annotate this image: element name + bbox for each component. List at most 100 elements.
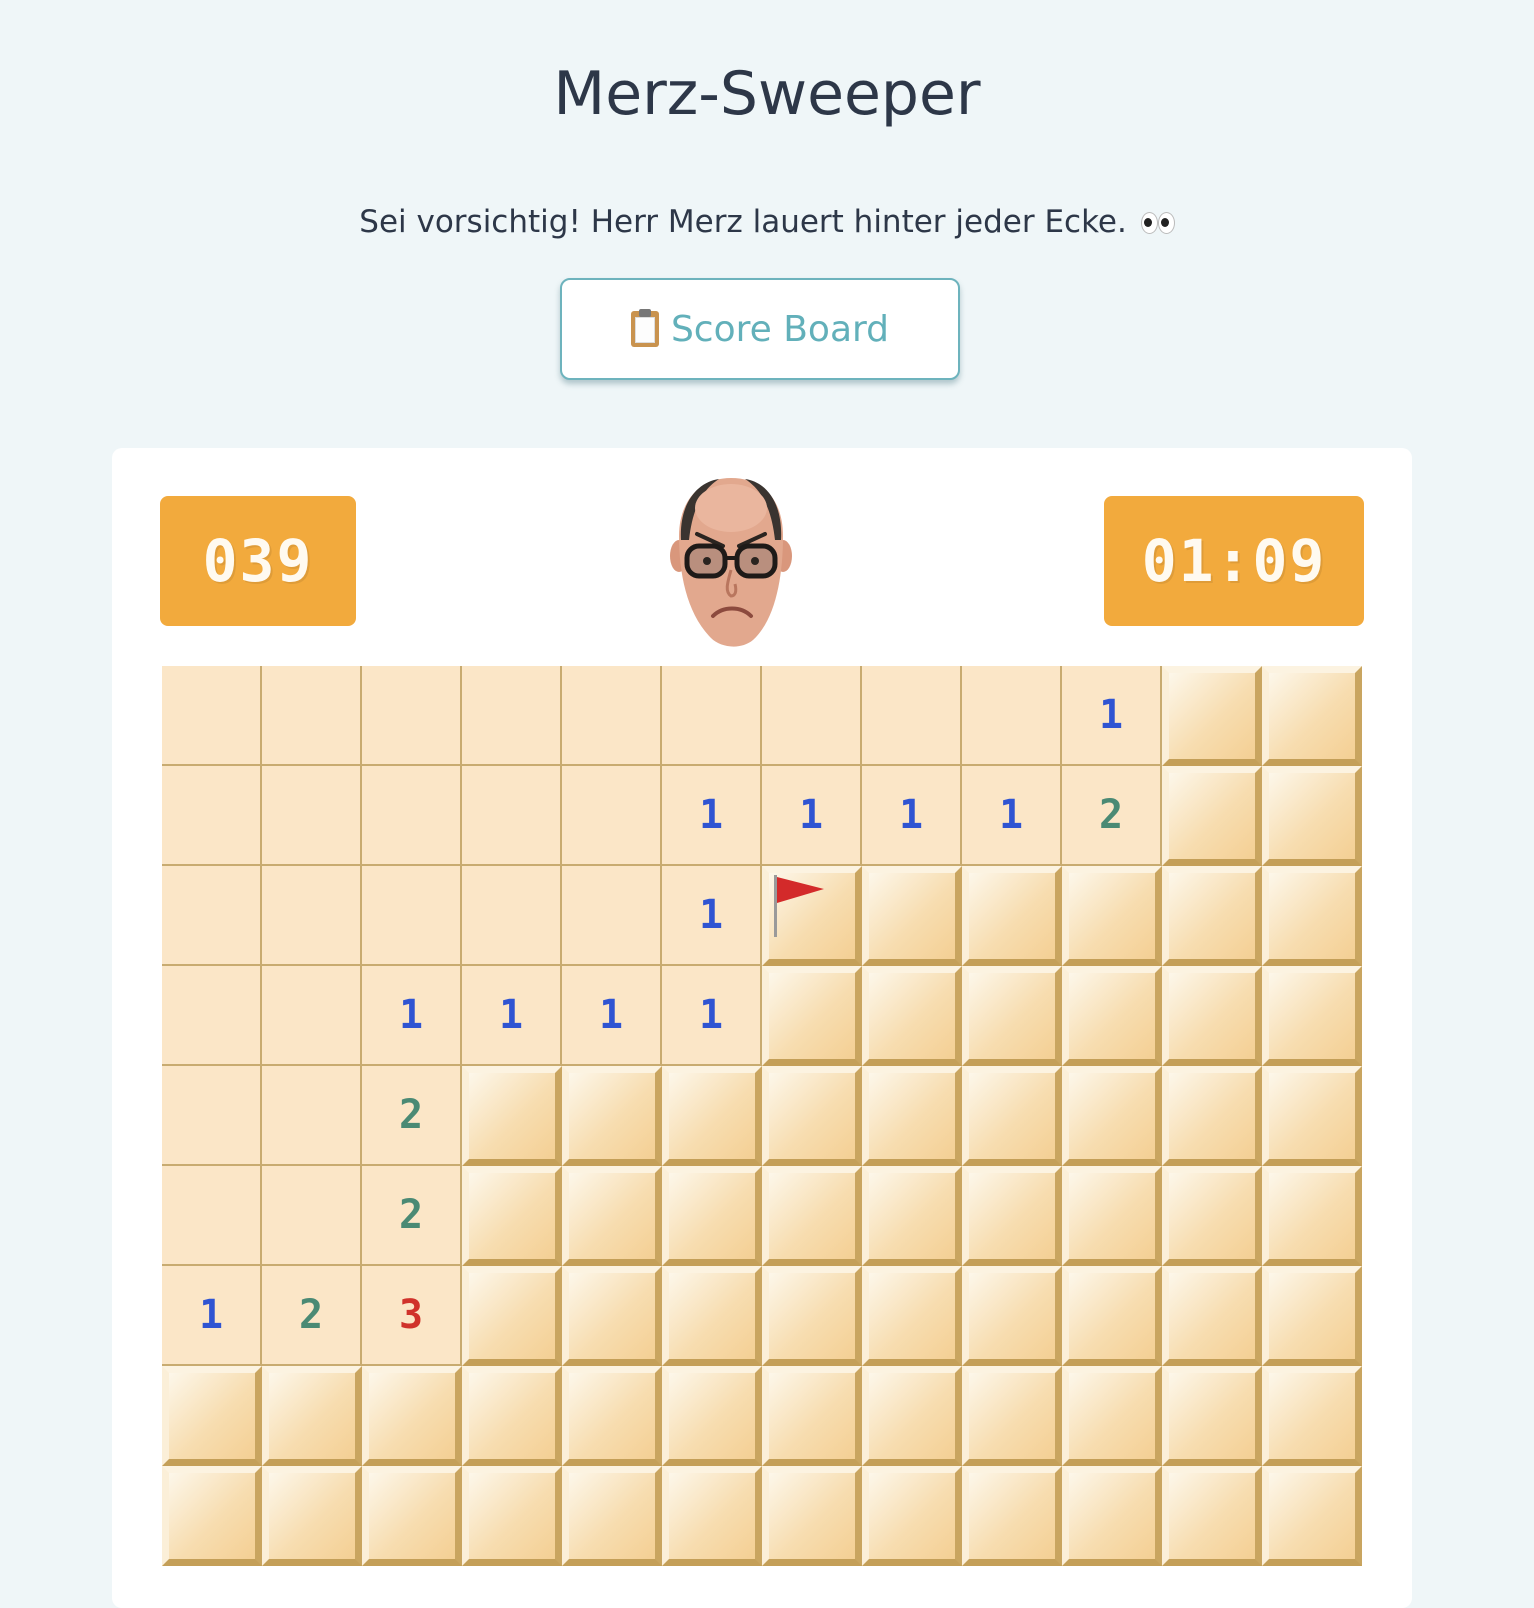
cell-empty[interactable] bbox=[562, 666, 662, 766]
cell-hidden[interactable] bbox=[1262, 966, 1362, 1066]
cell-empty[interactable] bbox=[962, 666, 1062, 766]
cell-hidden[interactable] bbox=[1162, 666, 1262, 766]
cell-hidden[interactable] bbox=[462, 1366, 562, 1466]
cell-hidden[interactable] bbox=[962, 866, 1062, 966]
cell-hidden[interactable] bbox=[462, 1166, 562, 1266]
cell-empty[interactable] bbox=[662, 666, 762, 766]
score-board-button[interactable]: Score Board bbox=[560, 278, 960, 380]
cell-hidden[interactable] bbox=[962, 1366, 1062, 1466]
cell-hidden[interactable] bbox=[562, 1366, 662, 1466]
cell-hidden[interactable] bbox=[1062, 1166, 1162, 1266]
cell-hidden[interactable] bbox=[262, 1366, 362, 1466]
cell-empty[interactable] bbox=[262, 1066, 362, 1166]
cell-hidden[interactable] bbox=[862, 966, 962, 1066]
cell-hidden[interactable] bbox=[162, 1366, 262, 1466]
cell-hidden[interactable] bbox=[862, 1466, 962, 1566]
cell-hidden[interactable] bbox=[662, 1466, 762, 1566]
cell-hidden[interactable] bbox=[1062, 1366, 1162, 1466]
cell-hidden[interactable] bbox=[1062, 966, 1162, 1066]
cell-number-1[interactable]: 1 bbox=[162, 1266, 262, 1366]
cell-hidden[interactable] bbox=[762, 1266, 862, 1366]
cell-hidden[interactable] bbox=[1062, 1466, 1162, 1566]
cell-hidden[interactable] bbox=[1262, 1166, 1362, 1266]
cell-number-2[interactable]: 2 bbox=[362, 1066, 462, 1166]
cell-hidden[interactable] bbox=[762, 1466, 862, 1566]
cell-empty[interactable] bbox=[562, 866, 662, 966]
cell-empty[interactable] bbox=[262, 666, 362, 766]
cell-hidden[interactable] bbox=[562, 1466, 662, 1566]
cell-hidden[interactable] bbox=[762, 966, 862, 1066]
cell-number-1[interactable]: 1 bbox=[662, 966, 762, 1066]
cell-hidden[interactable] bbox=[662, 1066, 762, 1166]
cell-hidden[interactable] bbox=[762, 1366, 862, 1466]
cell-empty[interactable] bbox=[762, 666, 862, 766]
cell-hidden[interactable] bbox=[1262, 666, 1362, 766]
cell-number-1[interactable]: 1 bbox=[562, 966, 662, 1066]
cell-hidden[interactable] bbox=[362, 1466, 462, 1566]
cell-hidden[interactable] bbox=[1262, 1266, 1362, 1366]
cell-hidden[interactable] bbox=[962, 1466, 1062, 1566]
cell-hidden[interactable] bbox=[862, 1066, 962, 1166]
cell-hidden[interactable] bbox=[562, 1066, 662, 1166]
cell-empty[interactable] bbox=[162, 1066, 262, 1166]
merz-face-icon[interactable] bbox=[669, 474, 793, 654]
cell-hidden[interactable] bbox=[762, 1166, 862, 1266]
cell-hidden[interactable] bbox=[362, 1366, 462, 1466]
cell-hidden[interactable] bbox=[562, 1266, 662, 1366]
cell-number-1[interactable]: 1 bbox=[862, 766, 962, 866]
cell-empty[interactable] bbox=[862, 666, 962, 766]
cell-hidden[interactable] bbox=[1162, 1166, 1262, 1266]
cell-hidden[interactable] bbox=[1262, 866, 1362, 966]
cell-hidden[interactable] bbox=[1162, 966, 1262, 1066]
cell-hidden[interactable] bbox=[1162, 1466, 1262, 1566]
cell-number-1[interactable]: 1 bbox=[362, 966, 462, 1066]
cell-hidden[interactable] bbox=[962, 1066, 1062, 1166]
cell-hidden[interactable] bbox=[1062, 1266, 1162, 1366]
cell-number-2[interactable]: 2 bbox=[1062, 766, 1162, 866]
cell-number-2[interactable]: 2 bbox=[362, 1166, 462, 1266]
cell-empty[interactable] bbox=[262, 866, 362, 966]
cell-hidden[interactable] bbox=[662, 1166, 762, 1266]
cell-hidden[interactable] bbox=[762, 1066, 862, 1166]
cell-empty[interactable] bbox=[262, 1166, 362, 1266]
cell-hidden[interactable] bbox=[1162, 866, 1262, 966]
cell-number-1[interactable]: 1 bbox=[662, 766, 762, 866]
cell-empty[interactable] bbox=[362, 666, 462, 766]
cell-hidden[interactable] bbox=[462, 1066, 562, 1166]
cell-hidden[interactable] bbox=[1162, 1366, 1262, 1466]
cell-hidden[interactable] bbox=[462, 1466, 562, 1566]
cell-number-2[interactable]: 2 bbox=[262, 1266, 362, 1366]
cell-number-1[interactable]: 1 bbox=[1062, 666, 1162, 766]
cell-hidden[interactable] bbox=[462, 1266, 562, 1366]
cell-hidden[interactable] bbox=[862, 1266, 962, 1366]
cell-empty[interactable] bbox=[462, 866, 562, 966]
cell-hidden[interactable] bbox=[1062, 1066, 1162, 1166]
cell-empty[interactable] bbox=[162, 666, 262, 766]
cell-number-1[interactable]: 1 bbox=[762, 766, 862, 866]
cell-empty[interactable] bbox=[162, 866, 262, 966]
cell-hidden[interactable] bbox=[1262, 1466, 1362, 1566]
cell-hidden[interactable] bbox=[262, 1466, 362, 1566]
cell-empty[interactable] bbox=[162, 766, 262, 866]
cell-number-1[interactable]: 1 bbox=[462, 966, 562, 1066]
cell-number-1[interactable]: 1 bbox=[962, 766, 1062, 866]
cell-hidden[interactable] bbox=[862, 866, 962, 966]
cell-empty[interactable] bbox=[562, 766, 662, 866]
cell-empty[interactable] bbox=[362, 766, 462, 866]
cell-hidden[interactable] bbox=[1162, 1266, 1262, 1366]
cell-hidden[interactable] bbox=[662, 1366, 762, 1466]
cell-empty[interactable] bbox=[262, 766, 362, 866]
cell-hidden[interactable] bbox=[562, 1166, 662, 1266]
cell-number-3[interactable]: 3 bbox=[362, 1266, 462, 1366]
cell-number-1[interactable]: 1 bbox=[662, 866, 762, 966]
cell-hidden[interactable] bbox=[1162, 766, 1262, 866]
cell-empty[interactable] bbox=[162, 1166, 262, 1266]
cell-hidden[interactable] bbox=[1262, 766, 1362, 866]
cell-hidden[interactable] bbox=[962, 1266, 1062, 1366]
cell-hidden[interactable] bbox=[962, 966, 1062, 1066]
cell-hidden[interactable] bbox=[862, 1166, 962, 1266]
cell-hidden[interactable] bbox=[162, 1466, 262, 1566]
cell-empty[interactable] bbox=[162, 966, 262, 1066]
cell-hidden[interactable] bbox=[1262, 1366, 1362, 1466]
cell-hidden[interactable] bbox=[1262, 1066, 1362, 1166]
